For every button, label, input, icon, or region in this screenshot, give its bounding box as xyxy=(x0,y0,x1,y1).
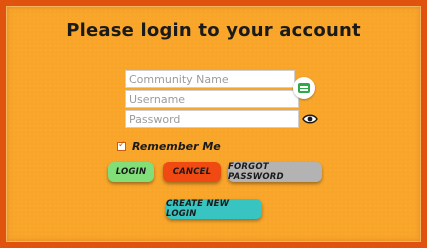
contact-card-icon xyxy=(298,83,310,93)
login-window: Please login to your account Remember Me… xyxy=(0,0,427,248)
login-button[interactable]: LOGIN xyxy=(108,162,154,182)
create-new-login-button[interactable]: CREATE NEW LOGIN xyxy=(166,199,262,219)
remember-me-checkbox[interactable] xyxy=(117,140,126,151)
autofill-contact-button[interactable] xyxy=(293,77,315,99)
page-title: Please login to your account xyxy=(66,20,361,41)
eye-icon[interactable] xyxy=(302,113,318,125)
community-name-input[interactable] xyxy=(125,70,295,88)
remember-me-label: Remember Me xyxy=(132,140,221,153)
cancel-button[interactable]: CANCEL xyxy=(163,162,221,182)
username-input[interactable] xyxy=(125,90,299,108)
password-input[interactable] xyxy=(125,110,299,128)
forgot-password-button[interactable]: FORGOT PASSWORD xyxy=(228,162,322,182)
remember-me[interactable]: Remember Me xyxy=(117,140,221,153)
